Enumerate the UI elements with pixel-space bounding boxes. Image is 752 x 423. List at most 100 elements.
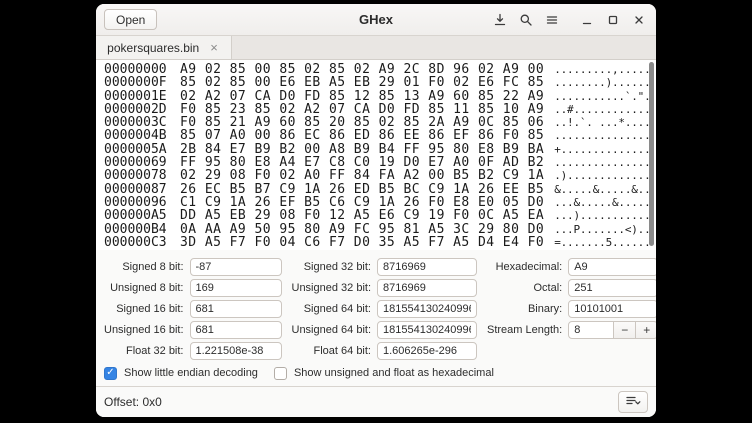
hex-row-offset: 0000002D — [104, 103, 168, 116]
decode-field-label: Unsigned 8 bit: — [110, 282, 183, 294]
decode-field-label: Signed 8 bit: — [122, 261, 183, 273]
hex-row[interactable]: 0000000F 85 02 85 00 E6 EB A5 EB 29 01 F… — [104, 76, 656, 89]
hex-row-ascii[interactable]: ...P.......<).. — [554, 223, 650, 236]
hex-row-ascii[interactable]: ........)...... — [554, 76, 650, 89]
hex-row-ascii[interactable]: ............... — [554, 129, 650, 142]
hex-row-ascii[interactable]: ...)........... — [554, 209, 650, 222]
hex-row-offset: 000000C3 — [104, 236, 168, 249]
tab-label: pokersquares.bin — [107, 41, 199, 55]
decode-field-input[interactable] — [568, 300, 656, 318]
hex-row-bytes[interactable]: 02 29 08 F0 02 A0 FF 84 FA A2 00 B5 B2 C… — [180, 169, 544, 182]
window-title: GHex — [359, 12, 393, 27]
status-bar: Offset: 0x0 — [96, 386, 656, 417]
tab-bar: pokersquares.bin × — [96, 36, 656, 60]
hex-row-ascii[interactable]: ...&.....&..... — [554, 196, 650, 209]
decode-field-input[interactable] — [190, 342, 282, 360]
decode-field-input[interactable] — [377, 258, 477, 276]
titlebar-actions — [489, 9, 649, 30]
hex-row-offset: 0000005A — [104, 143, 168, 156]
close-button[interactable] — [628, 9, 649, 30]
hex-row-bytes[interactable]: DD A5 EB 29 08 F0 12 A5 E6 C9 19 F0 0C A… — [180, 209, 544, 222]
hex-row-bytes[interactable]: 02 A2 07 CA D0 FD 85 12 85 13 A9 60 85 2… — [180, 90, 544, 103]
decode-field-label: Binary: — [528, 303, 562, 315]
hex-row[interactable]: 00000000 A9 02 85 00 85 02 85 02 A9 2C 8… — [104, 63, 656, 76]
hex-row-ascii[interactable]: =.......5...... — [554, 236, 650, 249]
hex-row[interactable]: 000000B4 0A AA A9 50 95 80 A9 FC 95 81 A… — [104, 223, 656, 236]
hex-row-ascii[interactable]: ..#............ — [554, 103, 650, 116]
search-button[interactable] — [515, 9, 536, 30]
hex-row-bytes[interactable]: A9 02 85 00 85 02 85 02 A9 2C 8D 96 02 A… — [180, 63, 544, 76]
maximize-button[interactable] — [602, 9, 623, 30]
hex-row[interactable]: 00000069 FF 95 80 E8 A4 E7 C8 C0 19 D0 E… — [104, 156, 656, 169]
screen: Open GHex — [0, 0, 752, 423]
hex-row[interactable]: 0000005A 2B 84 E7 B9 B2 00 A8 B9 B4 FF 9… — [104, 143, 656, 156]
hex-row[interactable]: 00000096 C1 C9 1A 26 EF B5 C6 C9 1A 26 F… — [104, 196, 656, 209]
decode-options: Show little endian decoding Show unsigne… — [96, 360, 656, 386]
hex-row-ascii[interactable]: ..!.`. ...*.... — [554, 116, 650, 129]
hex-row[interactable]: 0000003C F0 85 21 A9 60 85 20 85 02 85 2… — [104, 116, 656, 129]
hex-row[interactable]: 000000C3 3D A5 F7 F0 04 C6 F7 D0 35 A5 F… — [104, 236, 656, 249]
decode-field-input[interactable] — [190, 300, 282, 318]
hex-row-bytes[interactable]: C1 C9 1A 26 EF B5 C6 C9 1A 26 F0 E8 E0 0… — [180, 196, 544, 209]
menu-icon — [545, 13, 559, 27]
statusbar-menu-button[interactable] — [618, 391, 648, 413]
decode-column-2: Signed 32 bit: Unsigned 32 bit: Signed 6… — [292, 258, 478, 360]
hex-row-ascii[interactable]: .)............. — [554, 169, 650, 182]
hex-row-bytes[interactable]: FF 95 80 E8 A4 E7 C8 C0 19 D0 E7 A0 0F A… — [180, 156, 544, 169]
stream-length-increment-button[interactable]: + — [636, 321, 656, 339]
hex-row-ascii[interactable]: ............... — [554, 156, 650, 169]
hex-row-bytes[interactable]: F0 85 23 85 02 A2 07 CA D0 FD 85 11 85 1… — [180, 103, 544, 116]
hex-row[interactable]: 000000A5 DD A5 EB 29 08 F0 12 A5 E6 C9 1… — [104, 209, 656, 222]
hex-row-bytes[interactable]: F0 85 21 A9 60 85 20 85 02 85 2A A9 0C 8… — [180, 116, 544, 129]
hex-row-offset: 000000B4 — [104, 223, 168, 236]
decode-field-input[interactable] — [568, 279, 656, 297]
decode-field-input[interactable] — [377, 321, 477, 339]
hex-row-bytes[interactable]: 0A AA A9 50 95 80 A9 FC 95 81 A5 3C 29 8… — [180, 223, 544, 236]
save-button[interactable] — [489, 9, 510, 30]
hex-row-bytes[interactable]: 3D A5 F7 F0 04 C6 F7 D0 35 A5 F7 A5 D4 E… — [180, 236, 544, 249]
hex-row-bytes[interactable]: 85 02 85 00 E6 EB A5 EB 29 01 F0 02 E6 F… — [180, 76, 544, 89]
hex-scrollbar[interactable] — [649, 62, 654, 246]
decode-field-label: Unsigned 64 bit: — [292, 324, 372, 336]
hex-row-ascii[interactable]: +.............. — [554, 143, 650, 156]
hex-row-ascii[interactable]: &.....&.....&.. — [554, 183, 650, 196]
stream-length-input[interactable] — [568, 321, 614, 339]
checkbox-little-endian[interactable]: Show little endian decoding — [104, 367, 258, 380]
decode-field-label: Unsigned 16 bit: — [104, 324, 184, 336]
decode-field-input[interactable] — [190, 279, 282, 297]
stream-length-decrement-button[interactable]: − — [614, 321, 636, 339]
decode-field-input[interactable] — [568, 258, 656, 276]
hex-row[interactable]: 0000001E 02 A2 07 CA D0 FD 85 12 85 13 A… — [104, 90, 656, 103]
open-button[interactable]: Open — [104, 9, 157, 30]
offset-indicator: Offset: 0x0 — [104, 395, 162, 409]
hex-row[interactable]: 00000078 02 29 08 F0 02 A0 FF 84 FA A2 0… — [104, 169, 656, 182]
close-icon — [632, 13, 646, 27]
minimize-button[interactable] — [576, 9, 597, 30]
decode-field-input[interactable] — [377, 300, 477, 318]
hex-row-ascii[interactable]: ...........`.". — [554, 90, 650, 103]
hex-row[interactable]: 00000087 26 EC B5 B7 C9 1A 26 ED B5 BC C… — [104, 183, 656, 196]
decode-field-label: Signed 16 bit: — [116, 303, 183, 315]
decode-field-label: Signed 32 bit: — [304, 261, 371, 273]
hex-row-offset: 0000001E — [104, 90, 168, 103]
tab-close-button[interactable]: × — [208, 41, 220, 54]
minimize-icon — [580, 13, 594, 27]
hex-row[interactable]: 0000002D F0 85 23 85 02 A2 07 CA D0 FD 8… — [104, 103, 656, 116]
hex-row-bytes[interactable]: 2B 84 E7 B9 B2 00 A8 B9 B4 FF 95 80 E8 B… — [180, 143, 544, 156]
checkbox-unsigned-hex[interactable]: Show unsigned and float as hexadecimal — [274, 367, 494, 380]
tab-pokersquares[interactable]: pokersquares.bin × — [96, 36, 232, 59]
decode-field-input[interactable] — [377, 342, 477, 360]
menu-button[interactable] — [541, 9, 562, 30]
hex-row-offset: 00000087 — [104, 183, 168, 196]
decode-field-input[interactable] — [190, 258, 282, 276]
decode-field-input[interactable] — [190, 321, 282, 339]
hex-row-bytes[interactable]: 85 07 A0 00 86 EC 86 ED 86 EE 86 EF 86 F… — [180, 129, 544, 142]
hex-row[interactable]: 0000004B 85 07 A0 00 86 EC 86 ED 86 EE 8… — [104, 129, 656, 142]
hex-rows: 00000000 A9 02 85 00 85 02 85 02 A9 2C 8… — [104, 63, 656, 249]
decode-field-input[interactable] — [377, 279, 477, 297]
checkbox-box[interactable] — [274, 367, 287, 380]
hex-view[interactable]: 00000000 A9 02 85 00 85 02 85 02 A9 2C 8… — [96, 60, 656, 250]
hex-row-bytes[interactable]: 26 EC B5 B7 C9 1A 26 ED B5 BC C9 1A 26 E… — [180, 183, 544, 196]
checkbox-box[interactable] — [104, 367, 117, 380]
hex-row-ascii[interactable]: .........,..... — [554, 63, 650, 76]
